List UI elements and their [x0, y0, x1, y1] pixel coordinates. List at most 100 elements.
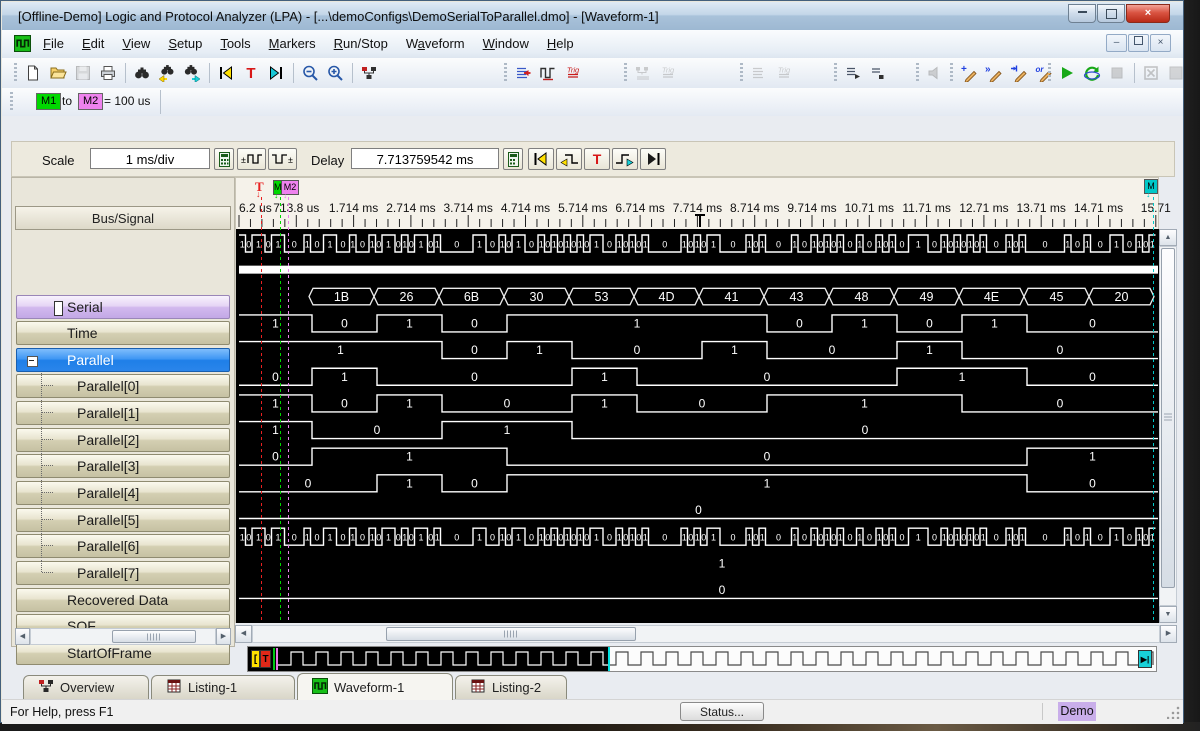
- go-to-trigger-button[interactable]: T: [240, 62, 263, 85]
- toolbar-grip[interactable]: [834, 63, 837, 83]
- toolbar-grip[interactable]: [916, 63, 919, 83]
- resize-grip[interactable]: [1167, 706, 1180, 719]
- signal-row-parallel0[interactable]: Parallel[0]: [16, 374, 230, 398]
- trigger-b-button[interactable]: Trig: [773, 62, 796, 85]
- menu-edit[interactable]: Edit: [73, 30, 113, 58]
- collapse-icon[interactable]: [27, 356, 38, 367]
- delay-value-field[interactable]: 7.713759542 ms: [351, 148, 499, 169]
- overview-m1-line[interactable]: [273, 648, 275, 670]
- run-repetitive-button[interactable]: [1081, 62, 1104, 85]
- go-to-end-button[interactable]: [265, 62, 288, 85]
- go-end-button[interactable]: [640, 148, 666, 170]
- go-to-begin-button[interactable]: [215, 62, 238, 85]
- signal-row-parallel7[interactable]: Parallel[7]: [16, 561, 230, 585]
- signal-row-parallel4[interactable]: Parallel[4]: [16, 481, 230, 505]
- title-bar[interactable]: [Offline-Demo] Logic and Protocol Analyz…: [2, 2, 1183, 31]
- prev-edge-button[interactable]: [556, 148, 582, 170]
- bus-signal-header[interactable]: Bus/Signal: [15, 206, 231, 230]
- signal-row-parallel3[interactable]: Parallel[3]: [16, 454, 230, 478]
- tab-overview[interactable]: Overview: [23, 675, 149, 699]
- signal-row-recovereddata[interactable]: Recovered Data: [16, 588, 230, 612]
- listing-arrow-button[interactable]: [512, 62, 535, 85]
- overview-begin-marker[interactable]: [: [251, 650, 260, 668]
- menu-setup[interactable]: Setup: [159, 30, 211, 58]
- go-trigger-button[interactable]: T: [584, 148, 610, 170]
- waveform-display-area[interactable]: 1010101010101010101010101010101010101010…: [235, 229, 1159, 623]
- signal-row-time[interactable]: Time: [16, 321, 230, 345]
- menu-tools[interactable]: Tools: [211, 30, 259, 58]
- menu-markers[interactable]: Markers: [260, 30, 325, 58]
- toolbar-grip[interactable]: [504, 63, 507, 83]
- signal-row-parallel[interactable]: Parallel: [16, 348, 230, 372]
- menu-waveform[interactable]: Waveform: [397, 30, 474, 58]
- zoom-out-button[interactable]: [299, 62, 322, 85]
- scale-value-field[interactable]: 1 ms/div: [90, 148, 210, 169]
- go-begin-button[interactable]: [528, 148, 554, 170]
- close-button[interactable]: ×: [1126, 4, 1170, 23]
- wave-vscrollbar-thumb[interactable]: [1161, 248, 1175, 588]
- find-button[interactable]: [131, 62, 154, 85]
- print-button[interactable]: [97, 62, 120, 85]
- child-restore-button[interactable]: [1128, 34, 1149, 52]
- overview-m2-line[interactable]: [276, 648, 278, 670]
- signal-row-parallel6[interactable]: Parallel[6]: [16, 534, 230, 558]
- cancel-button[interactable]: [1140, 62, 1163, 85]
- toolbar-grip[interactable]: [740, 63, 743, 83]
- stop-button[interactable]: [1106, 62, 1129, 85]
- new-document-button[interactable]: [22, 62, 45, 85]
- overview-trigger-marker[interactable]: T: [260, 650, 271, 668]
- marker-next-button[interactable]: »: [983, 62, 1006, 85]
- minimize-button[interactable]: [1068, 4, 1096, 23]
- scale-zoom-in-button[interactable]: ±: [237, 148, 266, 170]
- menu-view[interactable]: View: [113, 30, 159, 58]
- tab-listing-1[interactable]: Listing-1: [151, 675, 295, 699]
- run-button[interactable]: [1056, 62, 1079, 85]
- panel-scroll-right-button[interactable]: ▶: [216, 628, 231, 645]
- child-close-button[interactable]: ×: [1150, 34, 1171, 52]
- list-compact-button[interactable]: [867, 62, 890, 85]
- signal-row-parallel2[interactable]: Parallel[2]: [16, 428, 230, 452]
- list-forward-button[interactable]: [842, 62, 865, 85]
- m-marker-line[interactable]: [1153, 197, 1154, 622]
- overview-end-marker[interactable]: ▶|: [1138, 650, 1152, 668]
- signal-row-parallel5[interactable]: Parallel[5]: [16, 508, 230, 532]
- sampling-positions-button[interactable]: [537, 62, 560, 85]
- tab-waveform-1[interactable]: Waveform-1: [297, 673, 453, 700]
- signal-row-parallel1[interactable]: Parallel[1]: [16, 401, 230, 425]
- m1-marker-line[interactable]: [280, 197, 281, 622]
- panel-scrollbar-thumb[interactable]: [112, 630, 196, 643]
- overview-trigger-button[interactable]: [632, 62, 655, 85]
- trigger-setup-button[interactable]: Trig: [562, 62, 585, 85]
- toolbar-grip[interactable]: [14, 63, 17, 83]
- trigger-marker-line[interactable]: [261, 197, 262, 622]
- waveform-canvas[interactable]: 1010101010101010101010101010101010101010…: [236, 229, 1159, 623]
- status-button[interactable]: Status...: [680, 702, 764, 721]
- maximize-button[interactable]: [1097, 4, 1125, 23]
- scale-zoom-out-button[interactable]: ±: [268, 148, 297, 170]
- toolbar-grip[interactable]: [950, 63, 953, 83]
- wave-hscrollbar-thumb[interactable]: [386, 627, 636, 641]
- sound-button[interactable]: [924, 62, 947, 85]
- wave-scroll-up-button[interactable]: ▲: [1159, 229, 1177, 246]
- wave-scroll-left-button[interactable]: ◀: [235, 625, 252, 643]
- menu-runstop[interactable]: Run/Stop: [325, 30, 397, 58]
- scale-keypad-button[interactable]: [214, 148, 234, 170]
- panel-scroll-left-button[interactable]: ◀: [15, 628, 30, 645]
- wave-scroll-down-button[interactable]: ▼: [1159, 606, 1177, 623]
- wave-scroll-right-button[interactable]: ▶: [1160, 625, 1177, 643]
- zoom-in-button[interactable]: [324, 62, 347, 85]
- menu-window[interactable]: Window: [474, 30, 538, 58]
- m2-chip[interactable]: M2: [78, 93, 103, 110]
- find-forward-button[interactable]: [181, 62, 204, 85]
- child-minimize-button[interactable]: –: [1106, 34, 1127, 52]
- delay-position-marker[interactable]: [695, 215, 705, 227]
- toolbar-grip[interactable]: [10, 92, 13, 112]
- overview-windows-button[interactable]: [358, 62, 381, 85]
- m2-marker-line[interactable]: [288, 197, 289, 622]
- menu-file[interactable]: File: [34, 30, 73, 58]
- toolbar-grip[interactable]: [624, 63, 627, 83]
- marker-place-button[interactable]: [1008, 62, 1031, 85]
- delay-keypad-button[interactable]: [503, 148, 523, 170]
- stop-all-button[interactable]: [1165, 62, 1188, 85]
- toolbar-grip[interactable]: [1048, 63, 1051, 83]
